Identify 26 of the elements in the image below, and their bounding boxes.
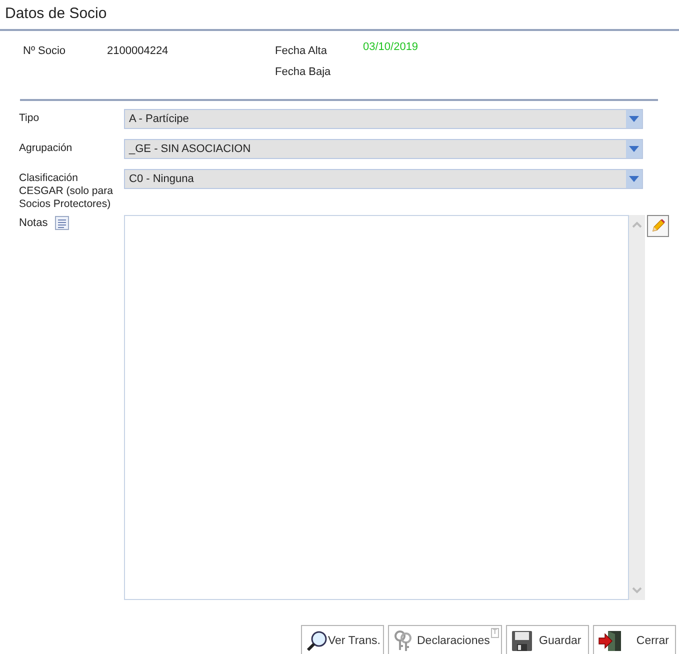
dropdown[interactable]: _GE - SIN ASOCIACION bbox=[124, 139, 643, 159]
fecha-baja-label: Fecha Baja bbox=[275, 66, 332, 79]
exit-door-icon bbox=[598, 630, 622, 652]
socio-number: 2100004224 bbox=[107, 45, 170, 58]
field-label: Tipo bbox=[19, 111, 40, 125]
scroll-down-icon[interactable] bbox=[632, 586, 642, 594]
scroll-up-icon[interactable] bbox=[632, 221, 642, 229]
socio-label: Nº Socio bbox=[23, 45, 67, 58]
notes-field[interactable] bbox=[124, 215, 629, 600]
field-label: Clasificación CESGAR (solo para Socios Protectores) bbox=[19, 171, 114, 211]
notes-label: Notas bbox=[19, 217, 48, 229]
toolbar-button[interactable]: Guardar bbox=[506, 625, 589, 654]
edit-button[interactable] bbox=[647, 215, 669, 237]
magnifier-icon bbox=[306, 630, 328, 652]
fecha-alta-value: 03/10/2019 bbox=[363, 41, 418, 53]
dropdown[interactable]: C0 - Ninguna bbox=[124, 169, 643, 189]
pencil-icon bbox=[650, 218, 666, 234]
fecha-alta-label: Fecha Alta bbox=[275, 45, 328, 58]
scrollbar[interactable] bbox=[629, 215, 645, 600]
keys-icon bbox=[393, 630, 413, 652]
dropdown[interactable]: A - Partícipe bbox=[124, 109, 643, 129]
document-icon bbox=[54, 215, 70, 231]
window-title: Datos de Socio bbox=[0, 0, 679, 31]
toolbar-button[interactable]: Cerrar bbox=[593, 625, 676, 654]
field-label: Agrupación bbox=[19, 141, 74, 155]
toolbar-button[interactable]: Ver Trans. bbox=[301, 625, 384, 654]
